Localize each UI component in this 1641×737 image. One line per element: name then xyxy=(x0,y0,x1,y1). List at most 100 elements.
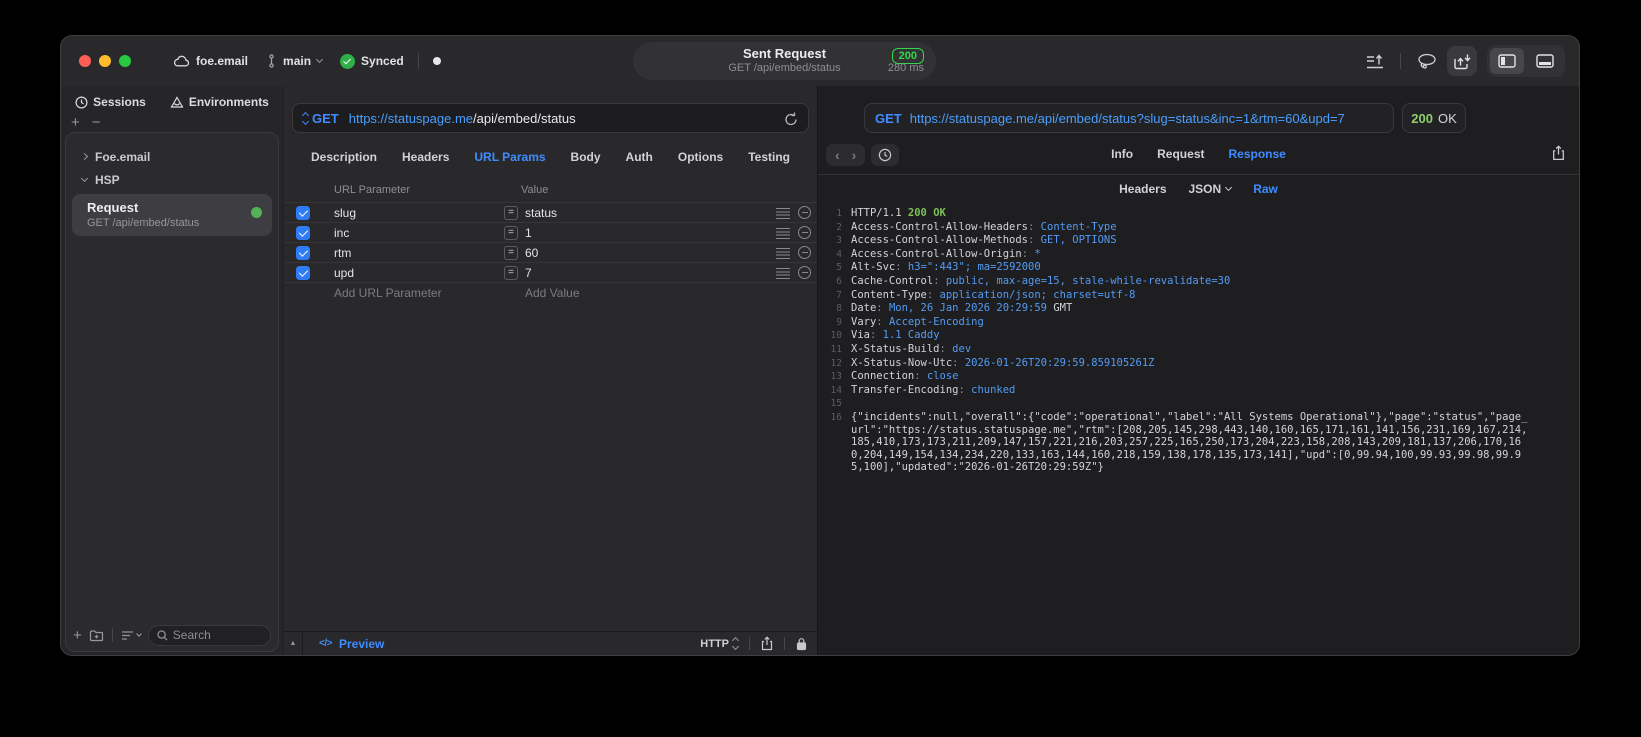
tab-options[interactable]: Options xyxy=(678,150,723,164)
add-request-button[interactable]: + xyxy=(73,627,82,644)
header-value: Content-Type xyxy=(1040,220,1117,233)
sync-status[interactable]: Synced xyxy=(340,53,404,69)
param-checkbox[interactable] xyxy=(296,206,310,220)
export-response-button[interactable] xyxy=(1552,145,1565,161)
tab-request[interactable]: Request xyxy=(1157,147,1204,161)
import-export-button[interactable] xyxy=(1366,53,1384,69)
request-list-item-selected[interactable]: Request GET /api/embed/status xyxy=(72,194,272,236)
request-tree: Foe.email HSP Request GET /api/embed/sta… xyxy=(66,133,278,236)
line-number: 5 xyxy=(836,262,842,274)
param-name-field[interactable]: slug xyxy=(334,206,356,220)
tab-testing[interactable]: Testing xyxy=(748,150,790,164)
branch-selector[interactable]: main xyxy=(266,54,324,68)
sort-filter-button[interactable] xyxy=(121,630,142,641)
header-value: 2026-01-26T20:29:59.859105261Z xyxy=(964,356,1155,369)
method-selector-icon xyxy=(301,111,310,125)
project-cloud-item[interactable]: foe.email xyxy=(173,54,248,68)
header-name: X-Status-Build xyxy=(851,342,940,355)
param-value-field[interactable]: status xyxy=(525,206,557,220)
line-number: 6 xyxy=(836,275,842,287)
new-folder-icon[interactable] xyxy=(89,629,104,642)
request-url-bar[interactable]: GET https://statuspage.me/api/embed/stat… xyxy=(292,103,809,133)
sent-method-label: GET xyxy=(875,110,902,126)
forward-button[interactable]: › xyxy=(852,147,857,163)
chevron-right-icon xyxy=(80,152,89,161)
colon: : xyxy=(876,315,889,328)
param-name-field[interactable]: rtm xyxy=(334,246,351,260)
drag-handle-icon[interactable] xyxy=(776,268,790,279)
response-raw-view[interactable]: 1 HTTP/1.1 200 OK 2 Access-Control-Allow-H… xyxy=(818,207,1579,655)
tab-auth[interactable]: Auth xyxy=(626,150,653,164)
tab-description[interactable]: Description xyxy=(311,150,377,164)
expand-console-button[interactable]: ▲ xyxy=(284,631,303,655)
equals-icon: = xyxy=(504,246,518,260)
param-checkbox[interactable] xyxy=(296,226,310,240)
remove-param-icon[interactable] xyxy=(798,266,811,279)
param-value-field[interactable]: 7 xyxy=(525,266,532,280)
param-value-field[interactable]: 1 xyxy=(525,226,532,240)
close-window-button[interactable] xyxy=(79,55,91,67)
history-nav-group: ‹ › xyxy=(826,144,866,166)
updown-chevrons-icon xyxy=(731,636,740,651)
lock-icon[interactable] xyxy=(796,637,807,651)
tab-body[interactable]: Body xyxy=(571,150,601,164)
tab-info[interactable]: Info xyxy=(1111,147,1133,161)
preview-button[interactable]: </> Preview xyxy=(319,637,384,651)
toggle-left-sidebar-button[interactable] xyxy=(1490,48,1524,74)
remove-session-button[interactable]: − xyxy=(92,114,101,131)
history-button[interactable] xyxy=(871,144,900,166)
minimize-window-button[interactable] xyxy=(99,55,111,67)
toggle-bottom-panel-button[interactable] xyxy=(1528,48,1562,74)
tree-group-hsp[interactable]: HSP xyxy=(66,168,278,191)
header-name: Via xyxy=(851,329,870,342)
layout-sidebar-left-icon xyxy=(1498,54,1516,68)
send-sync-button[interactable] xyxy=(1447,46,1477,76)
remove-param-icon[interactable] xyxy=(798,246,811,259)
subtab-raw[interactable]: Raw xyxy=(1253,182,1278,196)
header-value: Mon, 26 Jan 2026 20:29:59 xyxy=(888,302,1047,315)
drag-handle-icon[interactable] xyxy=(776,208,790,219)
subtab-json[interactable]: JSON xyxy=(1189,182,1233,196)
tree-group-label: Foe.email xyxy=(95,149,151,164)
param-checkbox[interactable] xyxy=(296,246,310,260)
header-value: chunked xyxy=(971,383,1016,396)
zoom-window-button[interactable] xyxy=(119,55,131,67)
param-checkbox[interactable] xyxy=(296,266,310,280)
sync-status-label: Synced xyxy=(361,54,404,68)
sent-request-url-box[interactable]: GET https://statuspage.me/api/embed/stat… xyxy=(864,103,1394,133)
param-row: rtm = 60 xyxy=(284,242,817,262)
add-param-name-placeholder[interactable]: Add URL Parameter xyxy=(334,286,442,300)
drag-handle-icon[interactable] xyxy=(776,228,790,239)
sent-request-summary[interactable]: Sent Request GET /api/embed/status 200 2… xyxy=(633,42,936,80)
tab-headers[interactable]: Headers xyxy=(402,150,449,164)
tab-url-params[interactable]: URL Params xyxy=(474,150,545,164)
param-value-field[interactable]: 60 xyxy=(525,246,538,260)
share-icon[interactable] xyxy=(761,636,773,651)
param-name-field[interactable]: inc xyxy=(334,226,349,240)
param-name-field[interactable]: upd xyxy=(334,266,354,280)
resend-request-icon[interactable] xyxy=(784,111,798,126)
tab-response[interactable]: Response xyxy=(1228,147,1285,161)
remove-param-icon[interactable] xyxy=(798,206,811,219)
line-number: 11 xyxy=(830,343,842,355)
tree-group-foe-email[interactable]: Foe.email xyxy=(66,145,278,168)
subtab-headers[interactable]: Headers xyxy=(1119,182,1166,196)
search-input[interactable]: Search xyxy=(147,624,271,646)
lasso-tool-button[interactable] xyxy=(1417,53,1437,69)
protocol-selector[interactable]: HTTP xyxy=(700,636,740,651)
unsaved-indicator-dot xyxy=(432,57,441,65)
equals-icon: = xyxy=(504,206,518,220)
http-status: 200 OK xyxy=(907,207,946,219)
add-session-button[interactable]: + xyxy=(71,114,80,131)
back-button[interactable]: ‹ xyxy=(835,147,840,163)
tab-environments[interactable]: Environments xyxy=(170,95,269,109)
remove-param-icon[interactable] xyxy=(798,226,811,239)
drag-handle-icon[interactable] xyxy=(776,248,790,259)
method-selector[interactable]: GET xyxy=(312,111,339,126)
add-param-value-placeholder[interactable]: Add Value xyxy=(525,286,580,300)
tab-environments-label: Environments xyxy=(188,95,269,109)
header-name: Access-Control-Allow-Origin xyxy=(851,247,1022,260)
branch-icon xyxy=(269,54,274,68)
tab-sessions[interactable]: Sessions xyxy=(75,95,146,109)
sent-url: https://statuspage.me/api/embed/status?s… xyxy=(909,110,1345,126)
